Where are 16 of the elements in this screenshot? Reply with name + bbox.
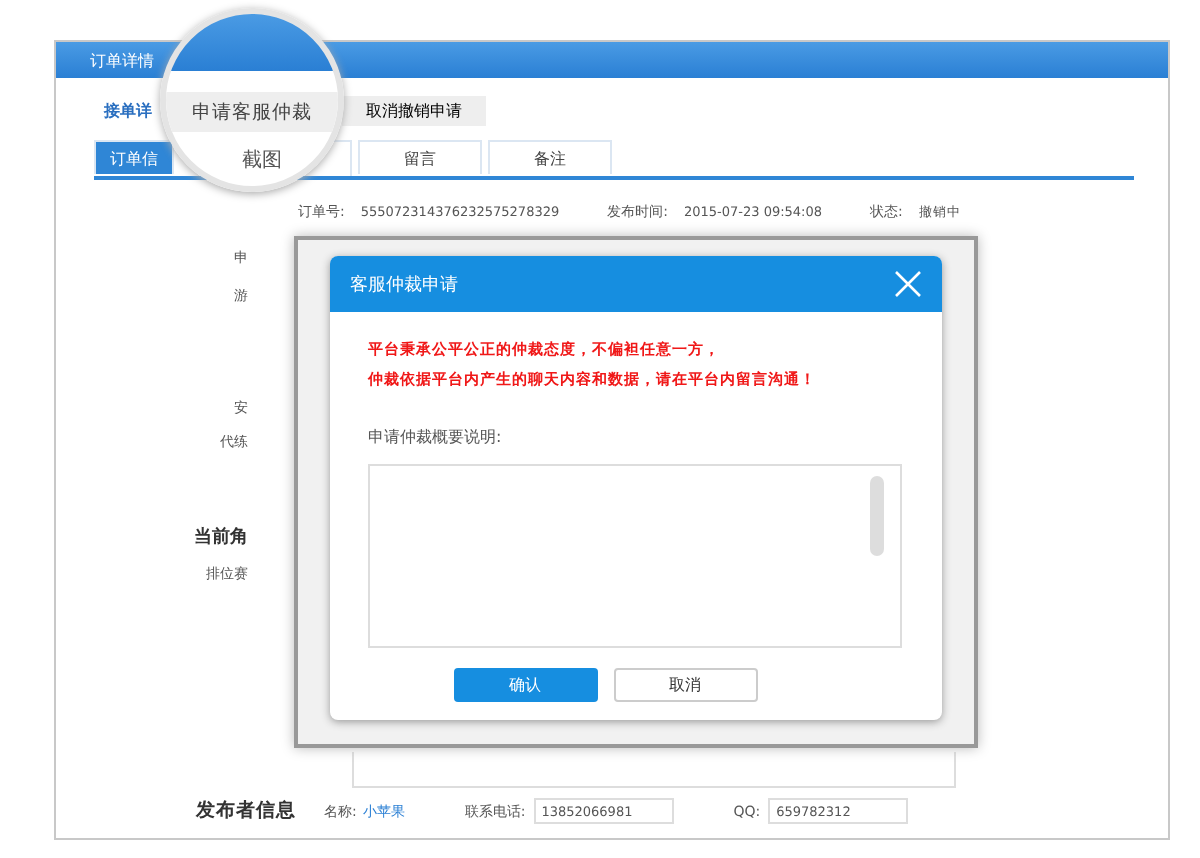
order-detail-link[interactable]: 接单详: [104, 99, 152, 121]
tab[interactable]: 备注: [488, 140, 612, 174]
section-heading: 当前角: [194, 525, 248, 550]
cancel-button[interactable]: 取消: [613, 668, 757, 702]
field-label: 申请仲裁概要说明:: [368, 426, 504, 448]
cancel-revoke-button[interactable]: 取消撤销申请: [342, 95, 486, 125]
summary-text-area[interactable]: [368, 464, 902, 648]
apply-arbitration-button[interactable]: 申请客服仲裁: [166, 92, 338, 132]
dialog-title: 客服仲裁申请: [350, 273, 458, 297]
tab[interactable]: 订单信: [94, 140, 174, 174]
scrollbar-thumb[interactable]: [870, 476, 884, 556]
confirm-button[interactable]: 确认: [453, 668, 597, 702]
close-icon[interactable]: [894, 270, 922, 298]
tab[interactable]: 留言: [358, 140, 482, 174]
section-heading: 发布者信息: [196, 798, 296, 824]
window-title: 订单详情: [90, 49, 154, 71]
